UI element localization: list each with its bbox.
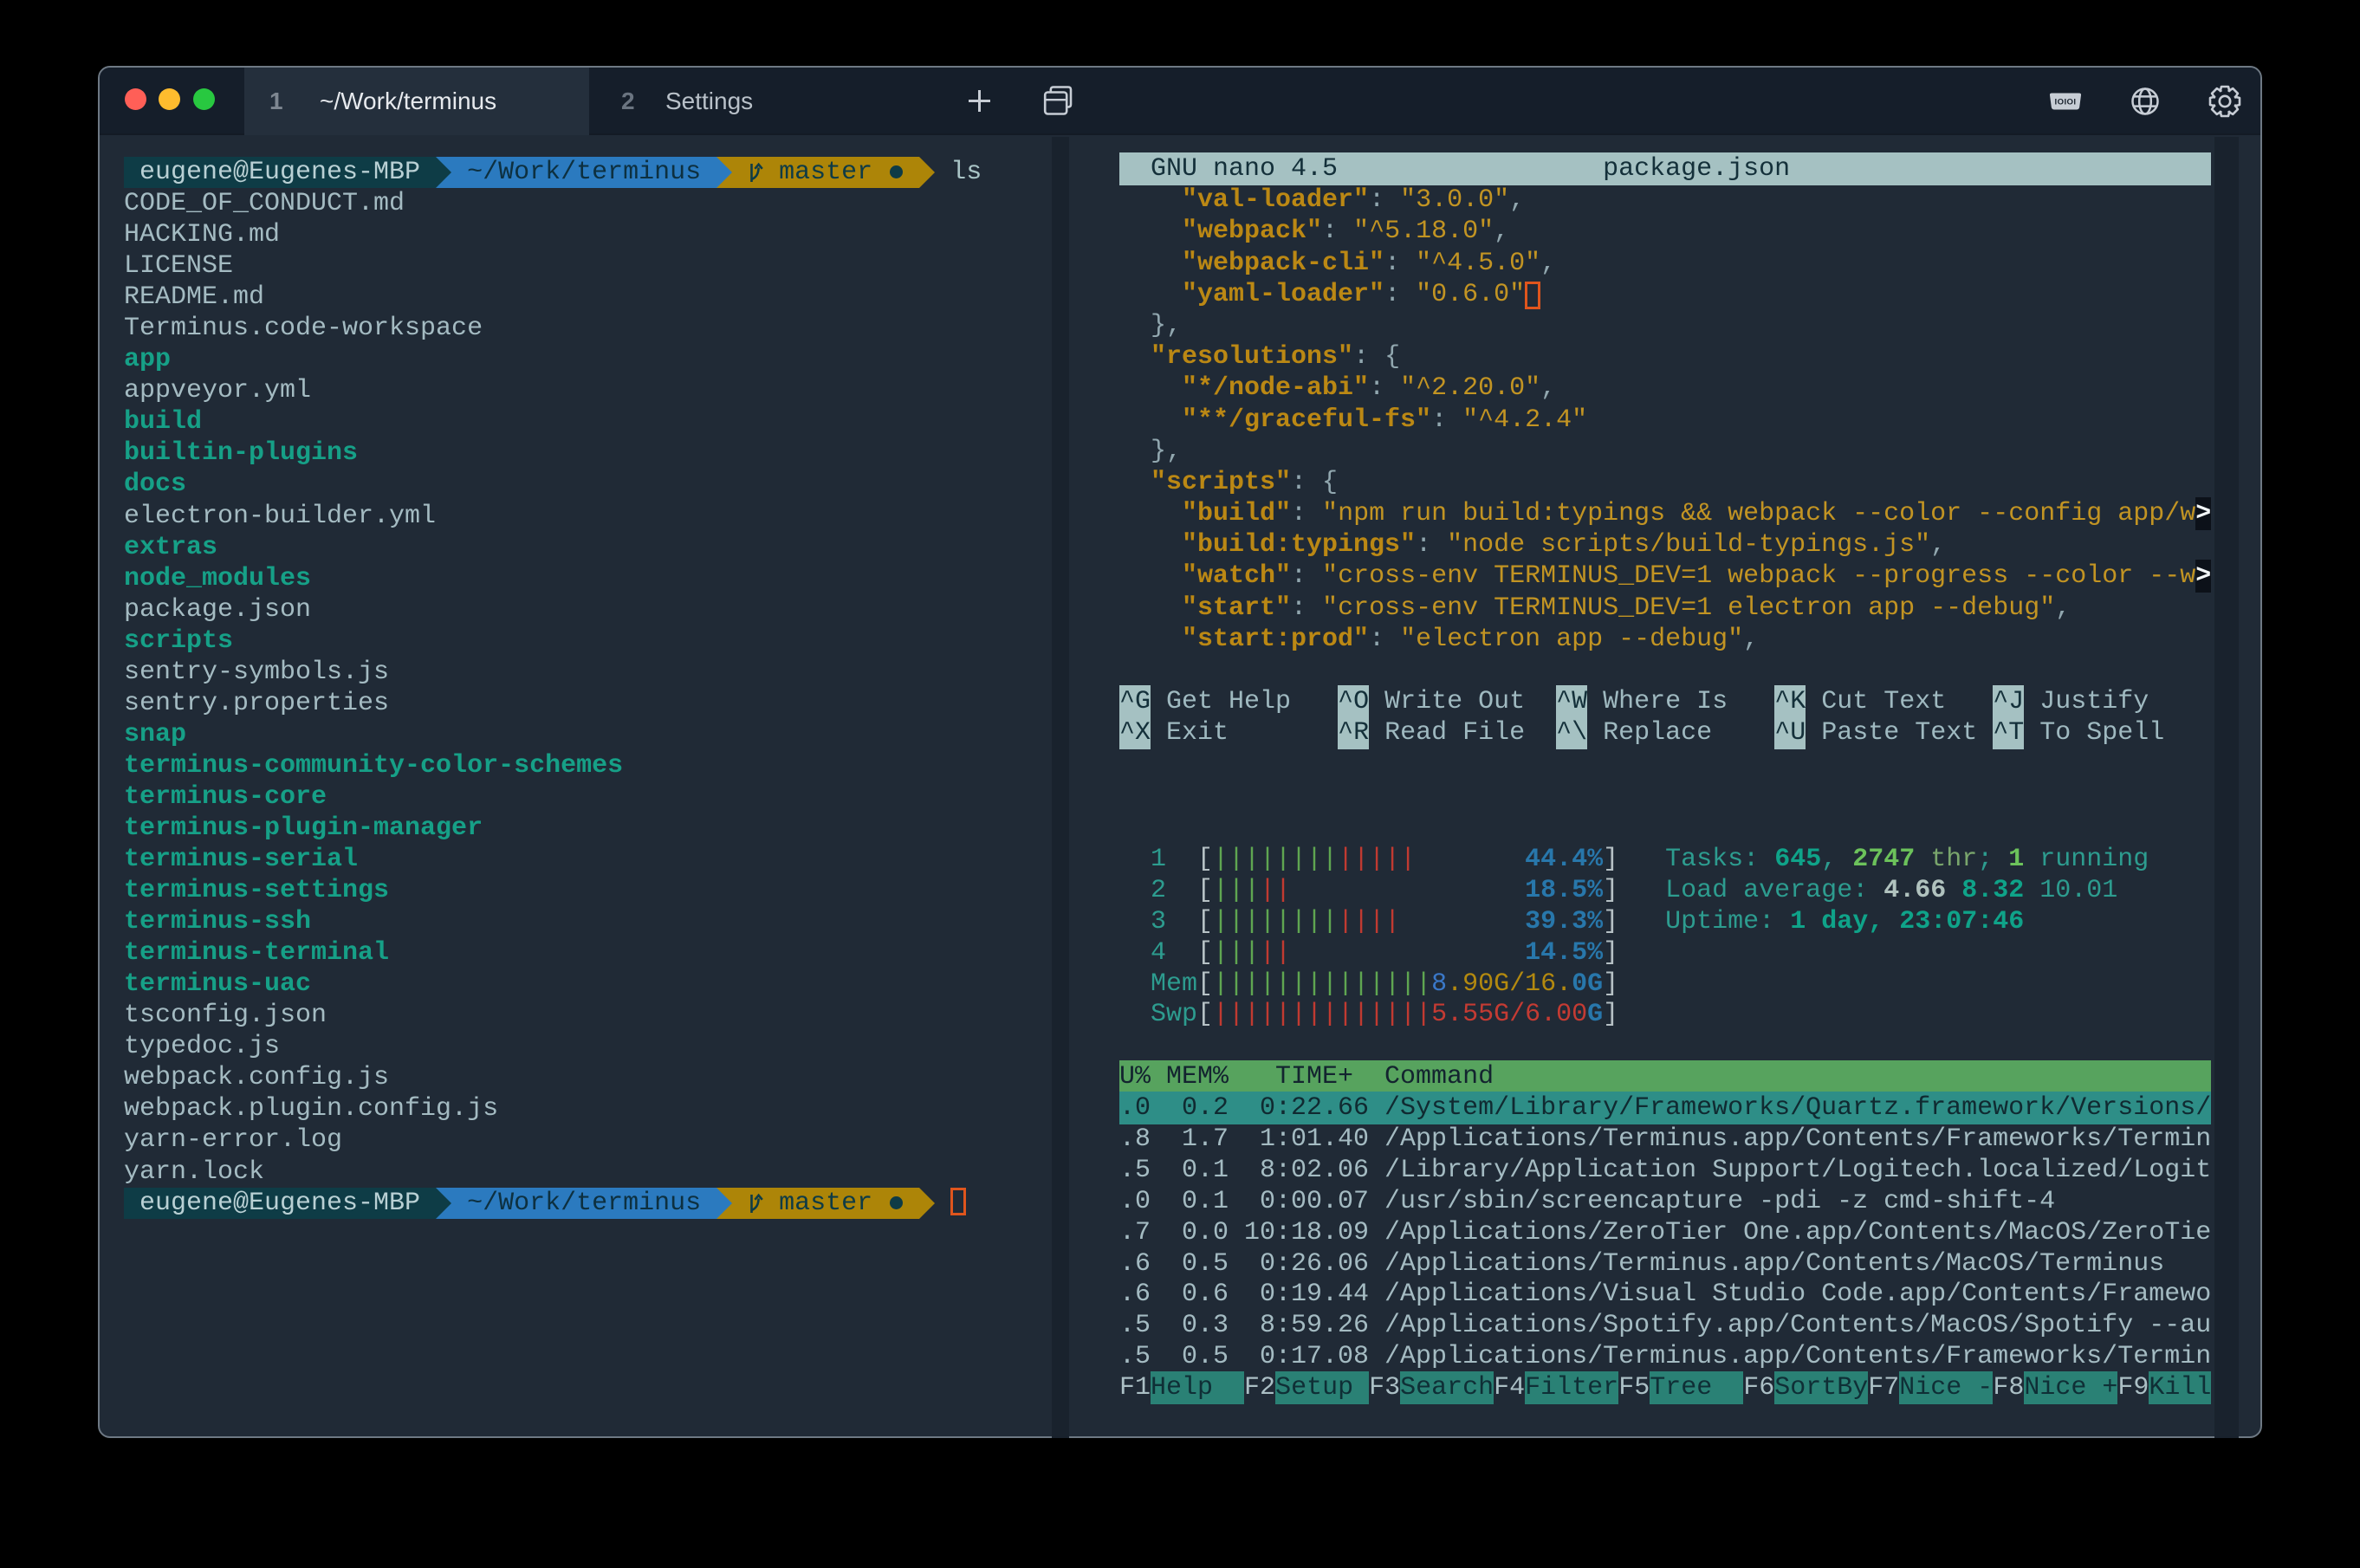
svg-text:IOIOI: IOIOI bbox=[2055, 98, 2077, 107]
